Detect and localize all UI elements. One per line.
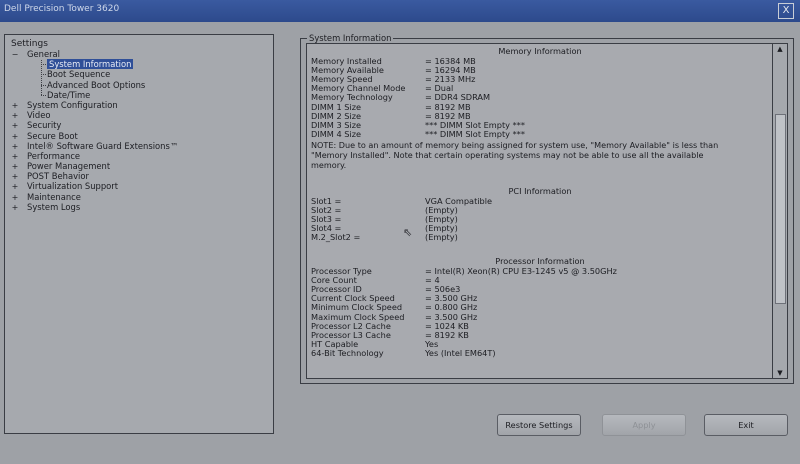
info-row: Processor L3 Cache = 8192 KB (307, 330, 773, 340)
scroll-down-icon[interactable]: ▼ (773, 368, 787, 378)
info-row: Slot4 = (Empty) (307, 223, 773, 233)
tree-item[interactable]: + Power Management (5, 161, 273, 171)
expand-icon[interactable]: + (11, 203, 19, 213)
tree-item-label: Video (27, 110, 51, 121)
processor-information-title: Processor Information (495, 256, 585, 266)
settings-tree: − General System Information Boot Sequence A… (5, 49, 273, 212)
tree-item[interactable]: + Secure Boot (5, 131, 273, 141)
window-title: Dell Precision Tower 3620 (4, 4, 120, 14)
info-row: Processor ID = 506e3 (307, 284, 773, 294)
info-row: M.2_Slot2 = (Empty) (307, 232, 773, 243)
info-row: Memory Speed = 2133 MHz (307, 74, 773, 84)
info-row: DIMM 1 Size = 8192 MB (307, 102, 773, 112)
settings-heading: Settings (11, 39, 48, 49)
tree-item[interactable]: + Video (5, 110, 273, 120)
info-row: DIMM 2 Size = 8192 MB (307, 111, 773, 121)
title-bar: Dell Precision Tower 3620 X (0, 0, 800, 22)
info-key: M.2_Slot2 = (311, 232, 361, 243)
tree-connector (41, 60, 42, 95)
tree-item-label: Advanced Boot Options (47, 79, 146, 90)
apply-button[interactable]: Apply (602, 414, 686, 436)
tree-item-label: System Logs (27, 201, 81, 212)
tree-item[interactable]: System Information (5, 59, 273, 70)
tree-item[interactable]: + Virtualization Support (5, 181, 273, 191)
tree-item-label: Maintenance (27, 191, 81, 202)
info-key: DIMM 4 Size (311, 128, 362, 139)
tree-item-label: System Configuration (27, 99, 118, 110)
tree-item-label: Performance (27, 150, 81, 161)
tree-item-label: Date/Time (47, 89, 91, 100)
info-value: *** DIMM Slot Empty *** (425, 128, 525, 139)
tree-item[interactable]: − General (5, 49, 273, 59)
info-row: Maximum Clock Speed = 3.500 GHz (307, 312, 773, 322)
tree-item[interactable]: Date/Time (5, 90, 273, 100)
tree-item[interactable]: + Performance (5, 151, 273, 161)
memory-information-title: Memory Information (498, 46, 582, 56)
pci-information-title: PCI Information (508, 186, 572, 196)
info-row: Memory Installed = 16384 MB (307, 56, 773, 66)
info-row: Memory Technology = DDR4 SDRAM (307, 92, 773, 102)
settings-tree-panel: Settings − General System Information Boot … (4, 34, 274, 434)
info-row: Memory Available = 16294 MB (307, 65, 773, 75)
tree-item[interactable]: + Intel® Software Guard Extensions™ (5, 141, 273, 151)
info-value: (Empty) (425, 232, 458, 243)
info-row: 64-Bit Technology Yes (Intel EM64T) (307, 347, 773, 358)
exit-button[interactable]: Exit (704, 414, 788, 436)
scroll-up-icon[interactable]: ▲ (773, 44, 787, 54)
info-row: Slot2 = (Empty) (307, 205, 773, 215)
info-row: Processor Type = Intel(R) Xeon(R) CPU E3-… (307, 266, 773, 276)
info-row: Processor L2 Cache = 1024 KB (307, 321, 773, 331)
scroll-thumb[interactable] (775, 114, 786, 304)
memory-note: NOTE: Due to an amount of memory being a… (311, 140, 719, 170)
tree-item-label: POST Behavior (27, 171, 89, 182)
tree-item-label: Power Management (27, 161, 111, 172)
info-key: 64-Bit Technology (311, 347, 384, 358)
info-row: Slot1 = VGA Compatible (307, 196, 773, 206)
info-scrollbar[interactable]: ▲ ▼ (772, 43, 788, 379)
info-row: Current Clock Speed = 3.500 GHz (307, 293, 773, 303)
tree-item[interactable]: Advanced Boot Options (5, 80, 273, 90)
tree-item[interactable]: + System Logs (5, 202, 273, 212)
restore-settings-button[interactable]: Restore Settings (497, 414, 581, 436)
tree-item-label: Intel® Software Guard Extensions™ (27, 140, 179, 151)
info-row: Memory Channel Mode = Dual (307, 83, 773, 93)
system-information-legend: System Information (307, 33, 394, 43)
info-row: DIMM 3 Size *** DIMM Slot Empty *** (307, 120, 773, 130)
info-row: DIMM 4 Size *** DIMM Slot Empty *** (307, 128, 773, 139)
tree-item-label: Secure Boot (27, 130, 78, 141)
info-value: Yes (Intel EM64T) (425, 347, 496, 358)
tree-item-label: System Information (47, 59, 134, 70)
tree-item-label: General (27, 49, 61, 59)
tree-item[interactable]: + Security (5, 120, 273, 130)
system-information-content: Memory Information Memory Installed = 163… (306, 43, 774, 379)
info-row: HT Capable Yes (307, 339, 773, 349)
info-row: Slot3 = (Empty) (307, 214, 773, 224)
tree-item-label: Security (27, 120, 62, 131)
info-row: Minimum Clock Speed = 0.800 GHz (307, 302, 773, 312)
tree-item-label: Virtualization Support (27, 181, 119, 192)
tree-item[interactable]: Boot Sequence (5, 69, 273, 79)
info-row: Core Count = 4 (307, 275, 773, 285)
tree-item[interactable]: + System Configuration (5, 100, 273, 110)
tree-item[interactable]: + POST Behavior (5, 171, 273, 181)
mouse-pointer-icon: ⇖ (403, 226, 413, 239)
tree-item[interactable]: + Maintenance (5, 192, 273, 202)
tree-item-label: Boot Sequence (47, 69, 111, 80)
close-icon[interactable]: X (778, 3, 794, 19)
